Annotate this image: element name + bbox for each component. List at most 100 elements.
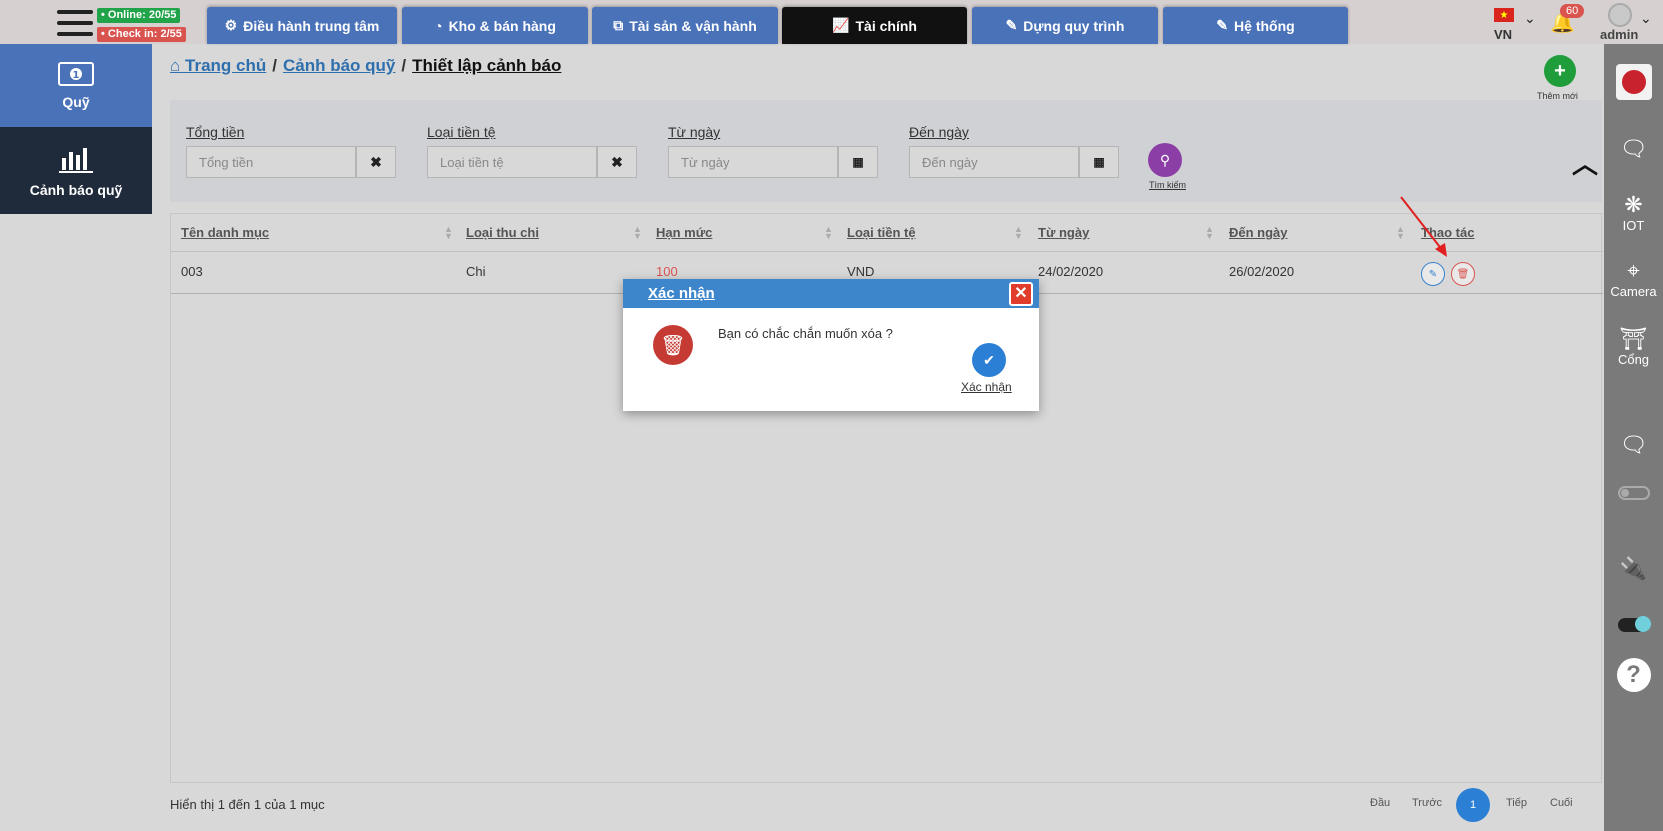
help-icon[interactable]: ? [1604, 658, 1663, 692]
sort-icon[interactable]: ▲ ▼ [1014, 225, 1023, 241]
toggle-on-icon[interactable] [1604, 616, 1663, 632]
column-header[interactable]: Loại tiền tệ [847, 225, 916, 240]
plug-icon[interactable]: 🔌 [1604, 556, 1663, 582]
tab-tai-san[interactable]: ⧉ Tài sản & vận hành [592, 7, 778, 44]
tab-tai-chinh[interactable]: 📈 Tài chính [782, 7, 967, 44]
column-header[interactable]: Đến ngày [1229, 225, 1288, 240]
language-label[interactable]: VN [1494, 27, 1512, 42]
pagination-info: Hiển thị 1 đến 1 của 1 mục [170, 797, 325, 812]
sort-icon[interactable]: ▲ ▼ [633, 225, 642, 241]
online-badge: • Online: 20/55 [97, 8, 181, 23]
column-header[interactable]: Hạn mức [656, 225, 712, 240]
tab-dieu-hanh[interactable]: ⚙ Điều hành trung tâm [207, 7, 397, 44]
from-date-calendar-button[interactable]: ▦ [838, 146, 878, 178]
video-chat-icon[interactable]: 🗨 [1604, 432, 1663, 458]
calendar-icon: ▦ [1093, 155, 1105, 169]
home-icon: ⌂ [170, 56, 181, 75]
tab-dung-quy-trinh[interactable]: ✎ Dựng quy trình [972, 7, 1158, 44]
edit-button[interactable]: ✎ [1421, 262, 1445, 286]
svg-text:1: 1 [73, 70, 80, 81]
filter-currency-label: Loại tiền tệ [427, 124, 496, 140]
logo-icon[interactable] [1604, 64, 1663, 100]
check-icon: ✔ [983, 351, 995, 368]
chevron-down-icon[interactable]: ⌄ [1524, 10, 1536, 27]
annotation-arrow [1400, 196, 1447, 257]
dialog-header: Xác nhận ✕ [623, 279, 1039, 308]
column-header[interactable]: Từ ngày [1038, 225, 1089, 240]
pagination-first[interactable]: Đầu [1370, 797, 1390, 809]
sidebar-item-camera[interactable]: ⌖ Camera [1604, 258, 1663, 299]
search-label[interactable]: Tìm kiếm [1149, 180, 1186, 190]
add-new-button[interactable]: + [1544, 55, 1576, 87]
total-input[interactable]: Tổng tiền [186, 146, 356, 178]
sidebar-item-quy[interactable]: 1 Quỹ [0, 44, 152, 127]
column-header[interactable]: Tên danh mục [181, 225, 269, 240]
chevron-down-icon[interactable]: ⌄ [1640, 10, 1652, 27]
sort-icon[interactable]: ▲ ▼ [1205, 225, 1214, 241]
sort-icon[interactable]: ▲ ▼ [824, 225, 833, 241]
username[interactable]: admin [1600, 27, 1638, 42]
confirm-button[interactable]: ✔ [972, 343, 1006, 377]
from-date-input[interactable]: Từ ngày [668, 146, 838, 178]
breadcrumb-home[interactable]: ⌂ Trang chủ [170, 56, 266, 76]
trash-icon: 🗑 [1456, 268, 1470, 280]
pagination-last[interactable]: Cuối [1550, 797, 1573, 809]
close-icon: ✕ [1014, 285, 1028, 302]
dialog-title: Xác nhận [648, 285, 715, 302]
breadcrumb: ⌂ Trang chủ / Cảnh báo quỹ / Thiết lập c… [170, 56, 561, 76]
cell-to-date: 26/02/2020 [1229, 264, 1295, 279]
dialog-message: Bạn có chắc chắn muốn xóa ? [718, 326, 893, 341]
chevron-up-icon[interactable]: ︿ [1572, 144, 1598, 181]
close-button[interactable]: ✕ [1009, 282, 1033, 306]
avatar[interactable] [1608, 3, 1632, 27]
filter-from-date-label: Từ ngày [668, 124, 721, 140]
tab-label: Kho & bán hàng [448, 17, 556, 34]
sidebar-item-cong[interactable]: ⛩ Cổng [1604, 326, 1663, 367]
menu-icon[interactable] [57, 10, 93, 40]
search-button[interactable]: ⚲ [1148, 143, 1182, 177]
trash-icon: 🗑 [653, 325, 693, 365]
confirm-dialog: Xác nhận ✕ 🗑 Bạn có chắc chắn muốn xóa ?… [623, 279, 1039, 411]
sidebar-item-iot[interactable]: ❋ IOT [1604, 192, 1663, 233]
edit-icon: ✎ [1216, 17, 1229, 33]
delete-button[interactable]: 🗑 [1451, 262, 1475, 286]
tab-label: Tài sản & vận hành [629, 17, 757, 34]
table-header: Tên danh mục ▲ ▼ Loại thu chi ▲ ▼ Hạn mức … [171, 214, 1603, 252]
pagination-page[interactable]: 1 [1456, 788, 1490, 822]
tab-kho-ban-hang[interactable]: ◔ Kho & bán hàng [402, 7, 588, 44]
cell-limit: 100 [656, 264, 678, 279]
breadcrumb-canh-bao-quy[interactable]: Cảnh báo quỹ [283, 56, 395, 76]
to-date-input[interactable]: Đến ngày [909, 146, 1079, 178]
vietnam-flag-icon[interactable]: ★ [1494, 8, 1514, 22]
breadcrumb-separator: / [401, 56, 407, 75]
cell-name: 003 [181, 264, 203, 279]
pagination-next[interactable]: Tiếp [1506, 797, 1527, 809]
sidebar-right: 🗨 ❋ IOT ⌖ Camera ⛩ Cổng 🗨 🔌 ? [1604, 44, 1663, 831]
to-date-calendar-button[interactable]: ▦ [1079, 146, 1119, 178]
bar-chart-icon [59, 147, 93, 173]
tab-he-thong[interactable]: ✎ Hệ thống [1163, 7, 1348, 44]
cell-currency: VND [847, 264, 875, 279]
cell-type: Chi [466, 264, 486, 279]
edit-icon: ✎ [1428, 268, 1438, 280]
video-chat-icon[interactable]: 🗨 [1604, 136, 1663, 162]
clear-currency-button[interactable]: ✖ [597, 146, 637, 178]
clear-total-button[interactable]: ✖ [356, 146, 396, 178]
notification-count-badge: 60 [1560, 4, 1585, 18]
column-header[interactable]: Loại thu chi [466, 225, 539, 240]
filter-panel: Tổng tiền Tổng tiền ✖ Loại tiền tệ Loại … [170, 100, 1602, 202]
pagination-prev[interactable]: Trước [1412, 797, 1442, 809]
cubes-icon: ⧉ [613, 17, 624, 33]
confirm-label[interactable]: Xác nhận [961, 380, 1012, 394]
checkin-badge: • Check in: 2/55 [97, 27, 186, 42]
sidebar-item-canh-bao-quy[interactable]: Cảnh báo quỹ [0, 127, 152, 214]
sort-icon[interactable]: ▲ ▼ [444, 225, 453, 241]
currency-input[interactable]: Loại tiền tệ [427, 146, 597, 178]
sidebar-left: 1 Quỹ Cảnh báo quỹ [0, 44, 152, 214]
toggle-off-icon[interactable] [1604, 486, 1663, 500]
pie-chart-icon: ◔ [434, 17, 443, 34]
tab-label: Dựng quy trình [1023, 17, 1125, 34]
sidebar-item-label: Cảnh báo quỹ [29, 181, 123, 198]
top-bar: • Online: 20/55 • Check in: 2/55 ⚙ Điều … [0, 0, 1663, 44]
camera-icon: ⌖ [1627, 258, 1640, 283]
